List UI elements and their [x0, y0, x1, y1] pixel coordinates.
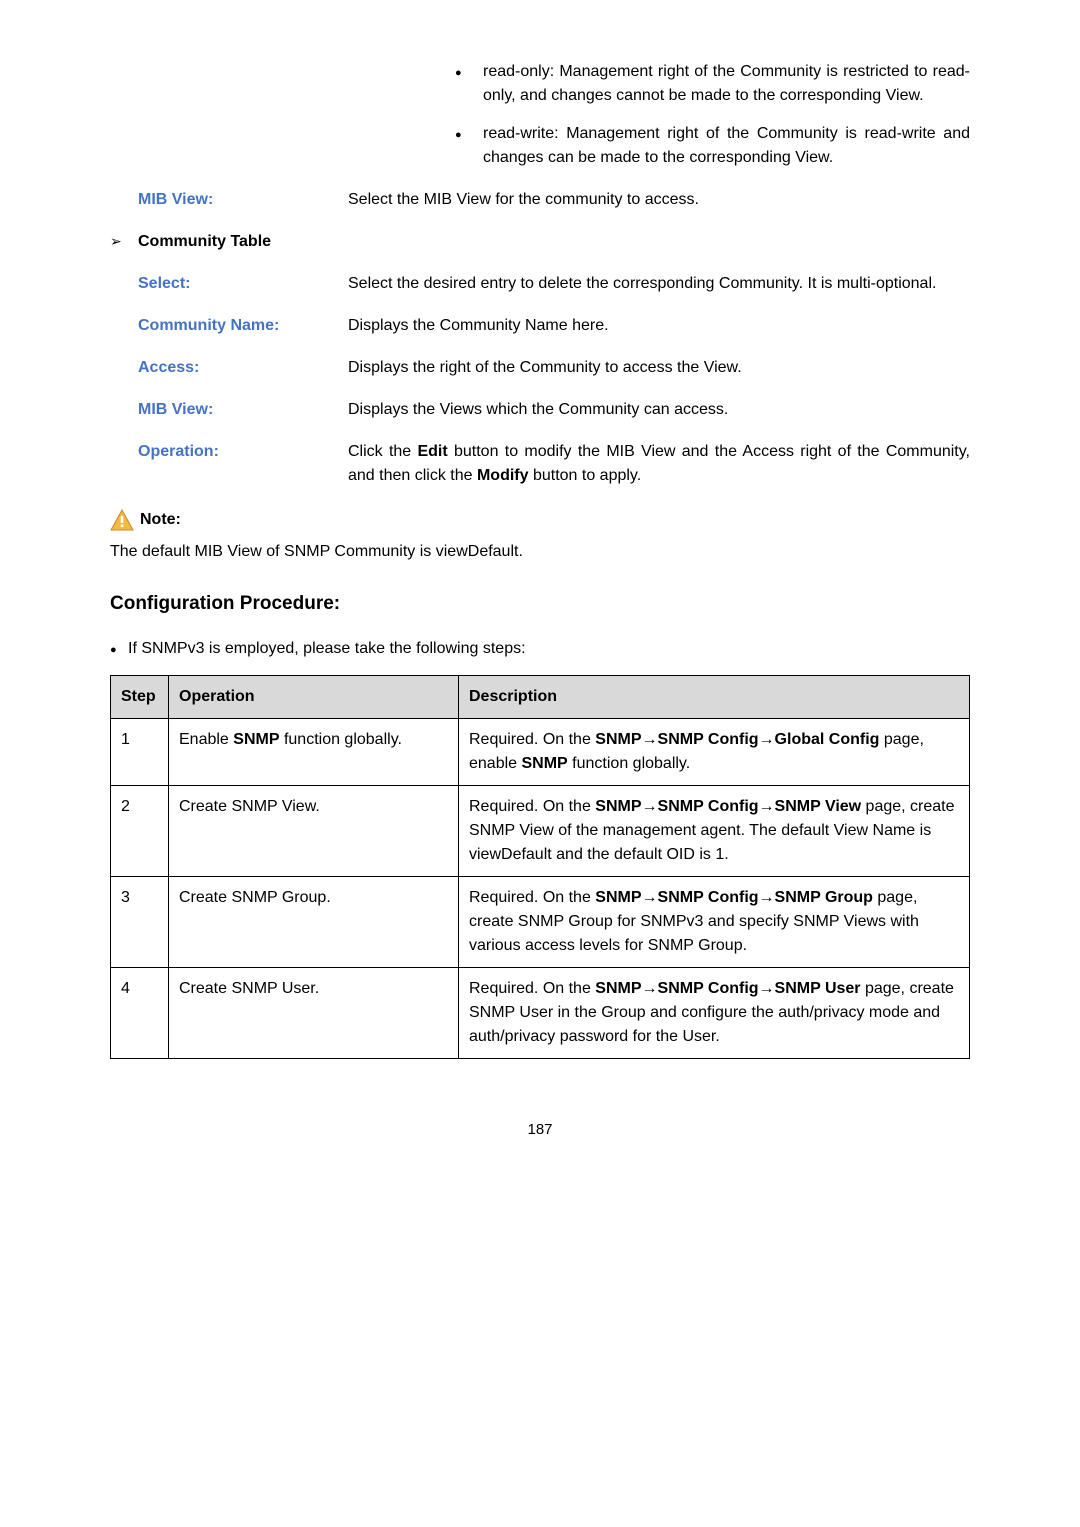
- r0-op-post: function globally.: [280, 731, 402, 748]
- r0-d-pre: Required. On the: [469, 731, 595, 748]
- text-access: Displays the right of the Community to a…: [348, 356, 970, 380]
- section-arrow-icon: ➢: [110, 231, 138, 252]
- cell-op: Create SNMP User.: [169, 967, 459, 1058]
- label-select: Select:: [138, 272, 348, 296]
- th-description: Description: [459, 675, 970, 718]
- warning-icon: [110, 509, 134, 531]
- cell-desc: Required. On the SNMP→SNMP Config→Global…: [459, 718, 970, 785]
- th-step: Step: [111, 675, 169, 718]
- label-mib-view-1: MIB View:: [138, 188, 348, 212]
- config-intro: ● If SNMPv3 is employed, please take the…: [110, 637, 970, 661]
- text-select: Select the desired entry to delete the c…: [348, 272, 970, 296]
- r1-d-pre: Required. On the: [469, 798, 595, 815]
- r2-d-b1: SNMP→SNMP Config→SNMP Group: [595, 889, 873, 906]
- cell-step: 3: [111, 876, 169, 967]
- r0-d-b1: SNMP→SNMP Config→Global Config: [595, 731, 879, 748]
- cell-op: Create SNMP Group.: [169, 876, 459, 967]
- cell-op: Create SNMP View.: [169, 785, 459, 876]
- page-number: 187: [110, 1119, 970, 1142]
- def-select: Select: Select the desired entry to dele…: [110, 272, 970, 296]
- section-community-table: ➢ Community Table: [110, 230, 970, 254]
- table-row: 2 Create SNMP View. Required. On the SNM…: [111, 785, 970, 876]
- r0-d-post: function globally.: [568, 755, 690, 772]
- cell-desc: Required. On the SNMP→SNMP Config→SNMP U…: [459, 967, 970, 1058]
- def-mib-view-2: MIB View: Displays the Views which the C…: [110, 398, 970, 422]
- text-operation: Click the Edit button to modify the MIB …: [348, 440, 970, 488]
- bullet-read-write: read-write: Management right of the Comm…: [455, 122, 970, 170]
- label-operation: Operation:: [138, 440, 348, 488]
- r3-d-b1: SNMP→SNMP Config→SNMP User: [595, 980, 860, 997]
- table-row: 3 Create SNMP Group. Required. On the SN…: [111, 876, 970, 967]
- note-text: The default MIB View of SNMP Community i…: [110, 540, 970, 564]
- cell-step: 1: [111, 718, 169, 785]
- bullet-dot-icon: ●: [110, 637, 128, 661]
- config-table: Step Operation Description 1 Enable SNMP…: [110, 675, 970, 1059]
- def-community-name: Community Name: Displays the Community N…: [110, 314, 970, 338]
- table-row: 4 Create SNMP User. Required. On the SNM…: [111, 967, 970, 1058]
- r0-op-b: SNMP: [233, 731, 279, 748]
- def-mib-view-1: MIB View: Select the MIB View for the co…: [110, 188, 970, 212]
- label-mib-view-2: MIB View:: [138, 398, 348, 422]
- config-intro-text: If SNMPv3 is employed, please take the f…: [128, 637, 526, 661]
- r1-d-b1: SNMP→SNMP Config→SNMP View: [595, 798, 861, 815]
- note-label: Note:: [140, 508, 181, 532]
- r2-d-pre: Required. On the: [469, 889, 595, 906]
- label-community-name: Community Name:: [138, 314, 348, 338]
- note-header: Note:: [110, 508, 970, 532]
- r0-d-b2: SNMP: [522, 755, 568, 772]
- def-access: Access: Displays the right of the Commun…: [110, 356, 970, 380]
- text-mib-view-2: Displays the Views which the Community c…: [348, 398, 970, 422]
- cell-op: Enable SNMP function globally.: [169, 718, 459, 785]
- section-title: Community Table: [138, 230, 271, 254]
- cell-step: 2: [111, 785, 169, 876]
- op-b2: Modify: [477, 467, 529, 484]
- r3-d-pre: Required. On the: [469, 980, 595, 997]
- def-operation: Operation: Click the Edit button to modi…: [110, 440, 970, 488]
- th-operation: Operation: [169, 675, 459, 718]
- text-community-name: Displays the Community Name here.: [348, 314, 970, 338]
- op-post: button to apply.: [529, 467, 642, 484]
- r0-op-pre: Enable: [179, 731, 233, 748]
- op-b1: Edit: [417, 443, 447, 460]
- label-access: Access:: [138, 356, 348, 380]
- text-mib-view-1: Select the MIB View for the community to…: [348, 188, 970, 212]
- op-pre: Click the: [348, 443, 417, 460]
- table-row: 1 Enable SNMP function globally. Require…: [111, 718, 970, 785]
- table-header-row: Step Operation Description: [111, 675, 970, 718]
- config-heading: Configuration Procedure:: [110, 590, 970, 619]
- access-bullets: read-only: Management right of the Commu…: [455, 60, 970, 170]
- cell-step: 4: [111, 967, 169, 1058]
- cell-desc: Required. On the SNMP→SNMP Config→SNMP G…: [459, 876, 970, 967]
- cell-desc: Required. On the SNMP→SNMP Config→SNMP V…: [459, 785, 970, 876]
- bullet-read-only: read-only: Management right of the Commu…: [455, 60, 970, 108]
